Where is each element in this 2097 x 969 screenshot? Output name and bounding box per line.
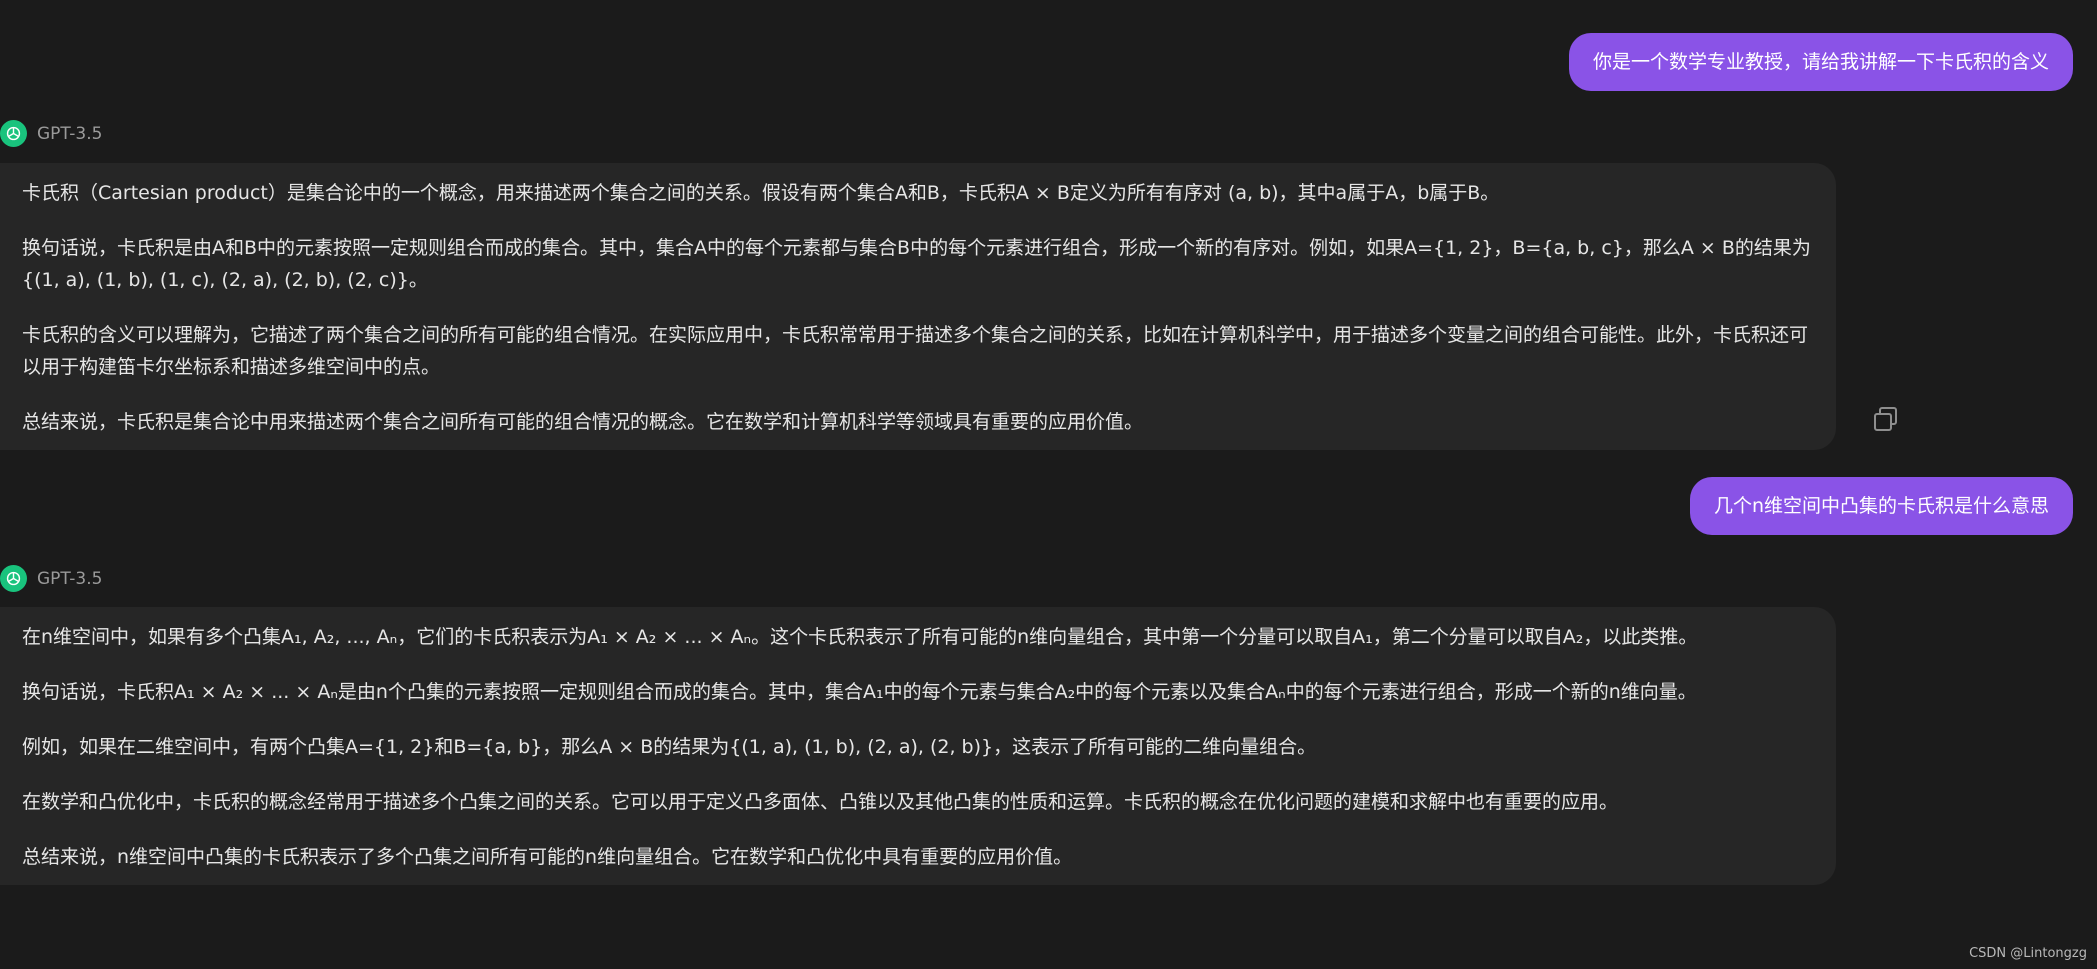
user-message-text: 你是一个数学专业教授，请给我讲解一下卡氏积的含义	[1592, 51, 2049, 73]
assistant-message-2: 在n维空间中，如果有多个凸集A₁, A₂, ..., Aₙ，它们的卡氏积表示为A…	[0, 607, 1836, 885]
assistant-header-1: GPT-3.5	[0, 120, 102, 147]
model-name: GPT-3.5	[37, 123, 103, 144]
user-message-1: 你是一个数学专业教授，请给我讲解一下卡氏积的含义	[1568, 33, 2073, 91]
copy-icon[interactable]	[1871, 404, 1901, 434]
footer-credit: CSDN @Lintongzg	[1969, 946, 2087, 961]
answer-paragraph: 换句话说，卡氏积A₁ × A₂ × ... × Aₙ是由n个凸集的元素按照一定规…	[22, 681, 1697, 703]
user-message-2: 几个n维空间中凸集的卡氏积是什么意思	[1689, 477, 2073, 535]
chat-page: 你是一个数学专业教授，请给我讲解一下卡氏积的含义 GPT-3.5 卡氏积（Car…	[0, 0, 2097, 969]
answer-paragraph: 总结来说，n维空间中凸集的卡氏积表示了多个凸集之间所有可能的n维向量组合。它在数…	[22, 846, 1073, 868]
answer-paragraph: 卡氏积（Cartesian product）是集合论中的一个概念，用来描述两个集…	[22, 182, 1500, 204]
assistant-message-1: 卡氏积（Cartesian product）是集合论中的一个概念，用来描述两个集…	[0, 163, 1836, 450]
answer-paragraph: 在数学和凸优化中，卡氏积的概念经常用于描述多个凸集之间的关系。它可以用于定义凸多…	[22, 791, 1619, 813]
openai-logo-icon	[0, 120, 27, 147]
answer-paragraph: 在n维空间中，如果有多个凸集A₁, A₂, ..., Aₙ，它们的卡氏积表示为A…	[22, 626, 1698, 648]
answer-paragraph: 总结来说，卡氏积是集合论中用来描述两个集合之间所有可能的组合情况的概念。它在数学…	[22, 411, 1144, 433]
answer-paragraph: 例如，如果在二维空间中，有两个凸集A={1, 2}和B={a, b}，那么A ×…	[22, 736, 1317, 758]
openai-logo-icon	[0, 565, 27, 592]
assistant-header-2: GPT-3.5	[0, 565, 102, 592]
answer-paragraph: 卡氏积的含义可以理解为，它描述了两个集合之间的所有可能的组合情况。在实际应用中，…	[22, 324, 1809, 378]
answer-paragraph: 换句话说，卡氏积是由A和B中的元素按照一定规则组合而成的集合。其中，集合A中的每…	[22, 237, 1811, 291]
user-message-text: 几个n维空间中凸集的卡氏积是什么意思	[1713, 495, 2049, 517]
model-name: GPT-3.5	[37, 568, 103, 589]
